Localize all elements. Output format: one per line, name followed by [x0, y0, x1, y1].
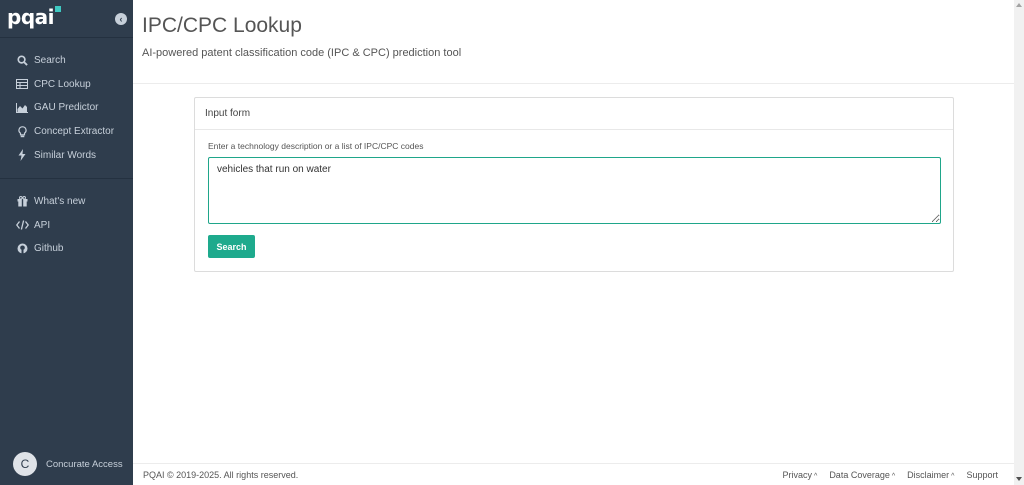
card-body: Enter a technology description or a list… [195, 130, 953, 268]
main-content: IPC/CPC Lookup AI-powered patent classif… [133, 0, 1014, 485]
sidebar-item-label: Github [34, 243, 64, 255]
search-button[interactable]: Search [208, 235, 255, 258]
sidebar-item-label: GAU Predictor [34, 102, 99, 114]
pqai-logo[interactable]: pqai [7, 5, 61, 29]
copyright-text: PQAI © 2019-2025. All rights reserved. [143, 469, 299, 480]
user-account[interactable]: C Concurate Access [13, 452, 123, 476]
sidebar-item-concept-extractor[interactable]: Concept Extractor [0, 120, 133, 144]
sidebar-item-label: Concept Extractor [34, 126, 115, 138]
footer: PQAI © 2019-2025. All rights reserved. P… [133, 463, 1014, 485]
sidebar-item-api[interactable]: API [0, 214, 133, 238]
area-chart-icon [15, 102, 29, 113]
footer-link-privacy[interactable]: Privacy ^ [783, 470, 818, 480]
field-label: Enter a technology description or a list… [208, 141, 424, 151]
sidebar-item-github[interactable]: Github [0, 237, 133, 261]
page-subtitle: AI-powered patent classification code (I… [142, 47, 462, 59]
footer-link-disclaimer[interactable]: Disclaimer ^ [907, 470, 954, 480]
card-title: Input form [195, 98, 953, 130]
github-icon [15, 243, 29, 254]
user-name: Concurate Access [46, 458, 123, 470]
input-form-card: Input form Enter a technology descriptio… [194, 97, 954, 272]
sidebar-nav: Search CPC Lookup GAU Predictor Concept … [0, 38, 133, 261]
scroll-down-icon[interactable] [1016, 477, 1022, 481]
table-icon [15, 79, 29, 90]
sidebar-item-similar-words[interactable]: Similar Words [0, 143, 133, 167]
sidebar-item-label: Similar Words [34, 149, 97, 161]
collapse-sidebar-icon[interactable]: ‹ [115, 12, 127, 25]
page-header: IPC/CPC Lookup AI-powered patent classif… [133, 0, 1014, 84]
description-textarea[interactable]: vehicles that run on water [208, 157, 941, 224]
sidebar-item-cpc-lookup[interactable]: CPC Lookup [0, 73, 133, 97]
avatar: C [13, 452, 37, 476]
footer-link-data-coverage[interactable]: Data Coverage ^ [829, 470, 895, 480]
sidebar: pqai ‹ Search CPC Lookup GAU Predictor C… [0, 0, 133, 485]
page-title: IPC/CPC Lookup [142, 14, 302, 37]
sidebar-item-gau-predictor[interactable]: GAU Predictor [0, 96, 133, 120]
code-icon [15, 220, 29, 231]
sidebar-item-label: CPC Lookup [34, 78, 91, 90]
sidebar-item-label: What's new [34, 196, 86, 208]
sidebar-item-search[interactable]: Search [0, 49, 133, 73]
caret-up-icon: ^ [951, 472, 955, 480]
logo-square-icon [54, 5, 61, 12]
footer-link-support[interactable]: Support [966, 470, 998, 480]
footer-links: Privacy ^ Data Coverage ^ Disclaimer ^ Supp… [783, 470, 999, 480]
gift-icon [15, 196, 29, 207]
sidebar-item-label: Search [34, 55, 66, 67]
caret-up-icon: ^ [891, 472, 896, 480]
sidebar-item-label: API [34, 219, 51, 231]
sidebar-divider [0, 177, 133, 179]
lightbulb-icon [15, 125, 29, 138]
sidebar-item-whats-new[interactable]: What's new [0, 190, 133, 214]
search-icon [15, 55, 29, 67]
page-scrollbar[interactable] [1014, 0, 1024, 485]
caret-up-icon: ^ [814, 472, 818, 480]
brand-bar: pqai ‹ [0, 0, 133, 38]
scroll-up-icon[interactable] [1016, 3, 1022, 7]
bolt-icon [15, 149, 29, 162]
